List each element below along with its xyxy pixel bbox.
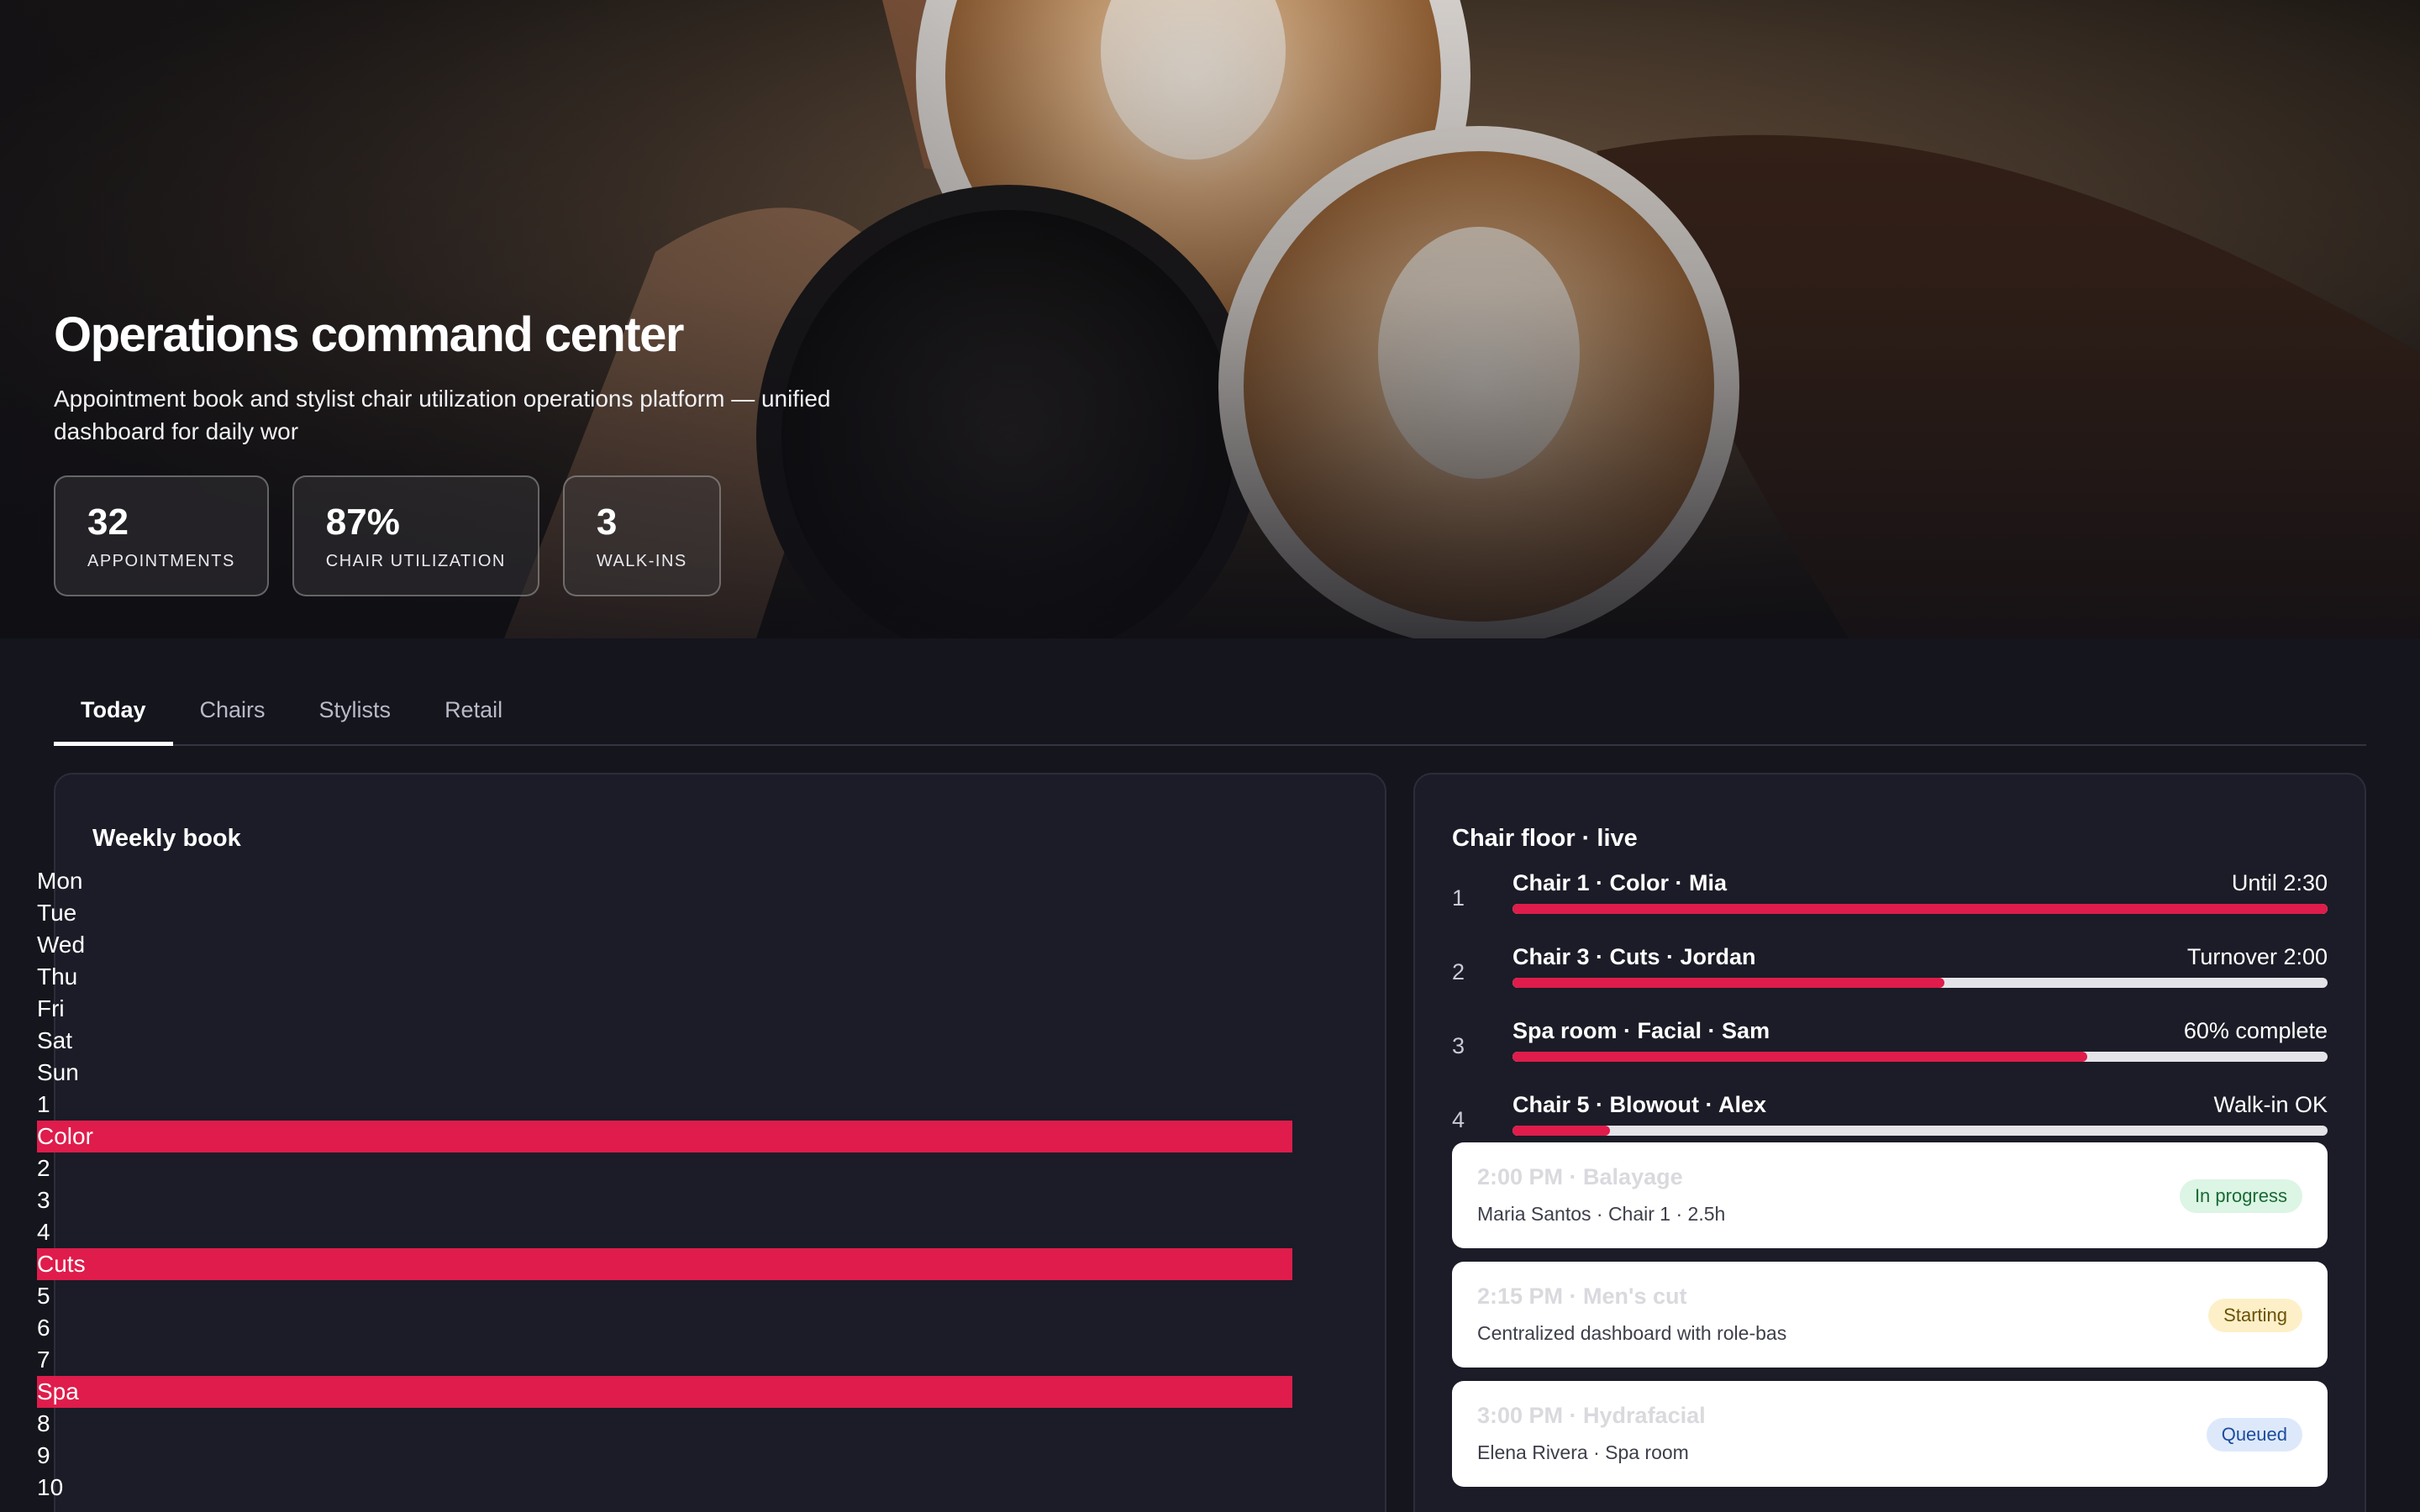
chair-floor-title: Chair floor · live bbox=[1452, 825, 1638, 852]
tab-chairs[interactable]: Chairs bbox=[173, 672, 292, 746]
appointment-card[interactable]: 2:00 PM · Balayage Maria Santos · Chair … bbox=[1452, 1142, 2328, 1248]
chair-progress-track bbox=[1512, 978, 2328, 988]
chair-status: Turnover 2:00 bbox=[2186, 944, 2328, 969]
weekly-book-row: 8 bbox=[37, 1410, 50, 1436]
chair-progress-fill bbox=[1512, 904, 2328, 914]
status-badge: In progress bbox=[2179, 1179, 2302, 1213]
chair-row[interactable]: 3 Spa room · Facial · Sam 60% complete bbox=[1452, 1018, 2328, 1089]
weekly-book-row: Fri bbox=[37, 995, 65, 1021]
weekly-book-title: Weekly book bbox=[92, 825, 241, 852]
weekly-book-bar: Spa bbox=[37, 1376, 1292, 1408]
stat-chair-utilization: 87% CHAIR UTILIZATION bbox=[292, 475, 539, 596]
chair-name: Chair 1 · Color · Mia bbox=[1512, 870, 1728, 895]
tab-bar: Today Chairs Stylists Retail bbox=[54, 672, 2366, 746]
chair-progress-fill bbox=[1512, 1126, 1611, 1136]
chair-progress-fill bbox=[1512, 978, 1945, 988]
weekly-book-row: 2 bbox=[37, 1155, 50, 1181]
weekly-book-row: Tue bbox=[37, 900, 77, 926]
weekly-book-row: 4 bbox=[37, 1219, 50, 1245]
stat-appointments: 32 APPOINTMENTS bbox=[54, 475, 269, 596]
chair-status: 60% complete bbox=[2183, 1018, 2328, 1043]
stats-row: 32 APPOINTMENTS 87% CHAIR UTILIZATION 3 … bbox=[54, 475, 721, 596]
weekly-book-row: 5 bbox=[37, 1283, 50, 1309]
appointment-detail: Centralized dashboard with role-bas bbox=[1477, 1322, 1787, 1344]
status-badge: Queued bbox=[2206, 1418, 2302, 1452]
appointment-title: 3:00 PM · Hydrafacial bbox=[1477, 1403, 1706, 1428]
weekly-book-bar: Color bbox=[37, 1121, 1292, 1152]
status-badge: Starting bbox=[2208, 1299, 2302, 1332]
chair-rank: 3 bbox=[1452, 1033, 1465, 1058]
appointment-detail: Maria Santos · Chair 1 · 2.5h bbox=[1477, 1203, 1726, 1225]
stat-walk-ins: 3 WALK-INS bbox=[562, 475, 721, 596]
chair-rank: 1 bbox=[1452, 885, 1465, 911]
chair-progress-track bbox=[1512, 904, 2328, 914]
appointment-title: 2:00 PM · Balayage bbox=[1477, 1164, 1683, 1189]
chair-row[interactable]: 1 Chair 1 · Color · Mia Until 2:30 bbox=[1452, 870, 2328, 941]
tab-today[interactable]: Today bbox=[54, 672, 173, 746]
stat-value: 87% bbox=[325, 501, 400, 543]
appointment-title: 2:15 PM · Men's cut bbox=[1477, 1284, 1687, 1309]
appointment-card[interactable]: 2:15 PM · Men's cut Centralized dashboar… bbox=[1452, 1262, 2328, 1368]
page-subtitle: Appointment book and stylist chair utili… bbox=[54, 386, 831, 444]
appointment-detail: Elena Rivera · Spa room bbox=[1477, 1441, 1689, 1463]
tab-retail[interactable]: Retail bbox=[418, 672, 529, 746]
weekly-book-row: 10 bbox=[37, 1474, 64, 1500]
chair-name: Spa room · Facial · Sam bbox=[1512, 1018, 1770, 1043]
chair-name: Chair 3 · Cuts · Jordan bbox=[1512, 944, 1756, 969]
weekly-book-row: Sun bbox=[37, 1059, 79, 1085]
stat-label: CHAIR UTILIZATION bbox=[325, 551, 506, 570]
chair-row[interactable]: 2 Chair 3 · Cuts · Jordan Turnover 2:00 bbox=[1452, 944, 2328, 1015]
weekly-book-bar: Cuts bbox=[37, 1248, 1292, 1280]
weekly-book-row: Thu bbox=[37, 963, 78, 990]
weekly-book-row: 9 bbox=[37, 1442, 50, 1468]
weekly-book-row: Sat bbox=[37, 1027, 73, 1053]
weekly-book-row: 1 bbox=[37, 1091, 50, 1117]
chair-progress-track bbox=[1512, 1052, 2328, 1062]
weekly-book-row: Mon bbox=[37, 868, 83, 894]
stat-value: 32 bbox=[87, 501, 129, 543]
weekly-book-list: Mon Tue Wed Thu Fri Sat Sun 1 Color 2 3 4 Cuts 5 6 7 Spa… bbox=[37, 865, 1292, 1504]
tab-stylists[interactable]: Stylists bbox=[292, 672, 418, 746]
stat-value: 3 bbox=[596, 501, 618, 543]
stat-label: APPOINTMENTS bbox=[87, 551, 235, 570]
weekly-book-row: 7 bbox=[37, 1347, 50, 1373]
chair-status: Walk-in OK bbox=[2213, 1092, 2328, 1117]
chair-progress-track bbox=[1512, 1126, 2328, 1136]
chair-name: Chair 5 · Blowout · Alex bbox=[1512, 1092, 1767, 1117]
page-title: Operations command center bbox=[54, 307, 684, 362]
chair-rank: 4 bbox=[1452, 1107, 1465, 1132]
chair-status: Until 2:30 bbox=[2231, 870, 2328, 895]
stat-label: WALK-INS bbox=[596, 551, 687, 570]
chair-progress-fill bbox=[1512, 1052, 2087, 1062]
weekly-book-row: 3 bbox=[37, 1187, 50, 1213]
hero-banner: Operations command center Appointment bo… bbox=[0, 0, 2420, 638]
weekly-book-row: 6 bbox=[37, 1315, 50, 1341]
chair-rank: 2 bbox=[1452, 959, 1465, 984]
appointment-card[interactable]: 3:00 PM · Hydrafacial Elena Rivera · Spa… bbox=[1452, 1381, 2328, 1487]
weekly-book-row: Wed bbox=[37, 932, 86, 958]
